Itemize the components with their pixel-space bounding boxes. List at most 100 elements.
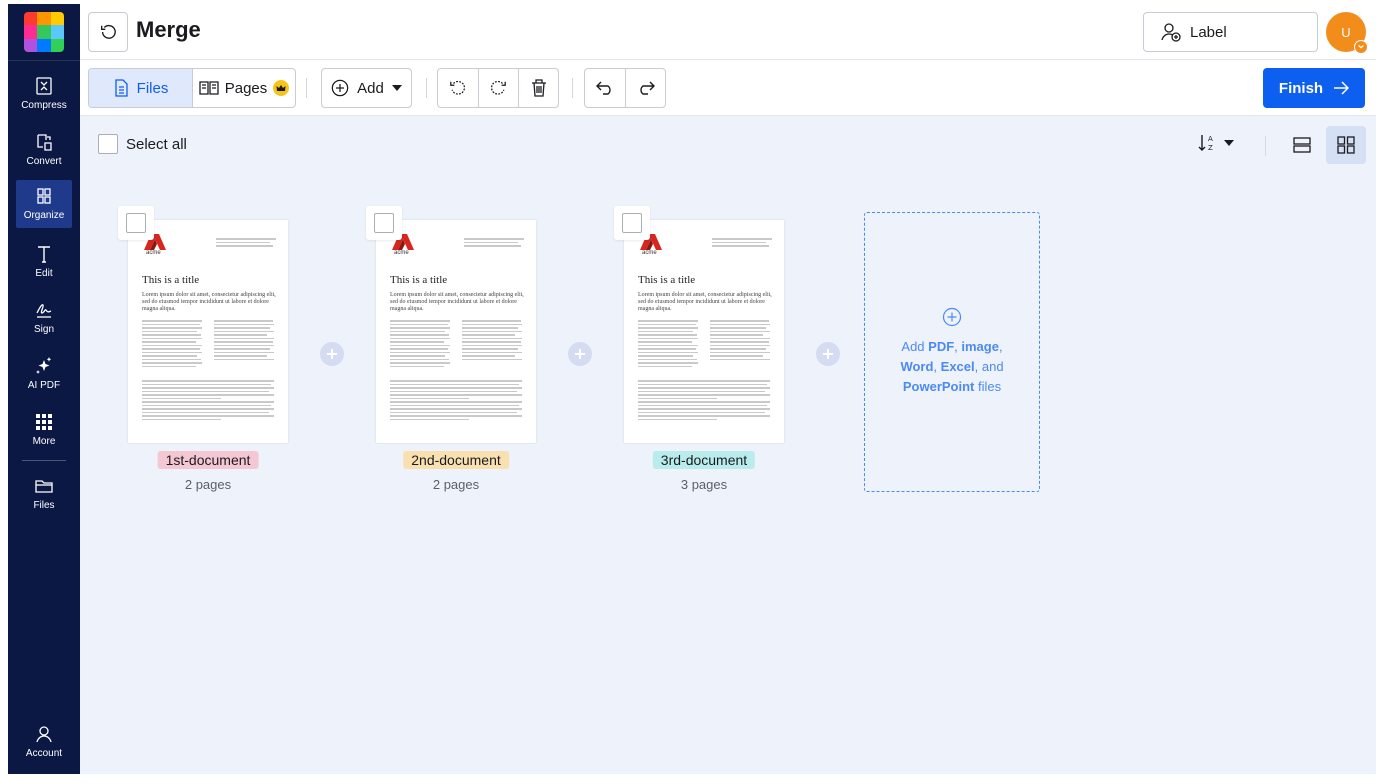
add-dropdown[interactable]: Add — [321, 68, 412, 108]
redo-button[interactable] — [625, 69, 665, 107]
document-thumbnail[interactable]: acme This is a title Lorem ipsum dolor sit… — [376, 220, 536, 443]
document-select[interactable] — [366, 206, 402, 240]
app-window: Compress Convert Organize Edit Sign AI P… — [8, 4, 1376, 774]
document-name-tag[interactable]: 2nd-document — [403, 451, 509, 469]
document-meta-lines — [464, 238, 524, 249]
grid-view-icon — [1337, 136, 1355, 154]
rotate-left-button[interactable] — [438, 69, 478, 107]
document-meta-lines — [712, 238, 772, 249]
add-text-excel: Excel — [940, 359, 975, 374]
list-view-icon — [1293, 137, 1311, 153]
label-button-text: Label — [1190, 23, 1227, 41]
document-checkbox[interactable] — [374, 213, 394, 233]
app-logo[interactable] — [24, 12, 64, 52]
signature-icon — [36, 304, 52, 318]
finish-button[interactable]: Finish — [1263, 68, 1365, 108]
document-paragraph — [142, 380, 274, 422]
toolbar-divider — [306, 78, 307, 98]
undo-icon — [596, 81, 611, 95]
edit-text-icon — [38, 246, 50, 263]
add-text-word: Word — [900, 359, 934, 374]
sidebar-item-organize[interactable]: Organize — [16, 180, 72, 228]
sort-az-icon: AZ — [1198, 135, 1213, 152]
finish-button-label: Finish — [1278, 79, 1324, 97]
sidebar-item-files[interactable]: Files — [8, 470, 80, 518]
back-button[interactable] — [88, 12, 128, 52]
label-button[interactable]: Label — [1143, 12, 1318, 52]
view-mode-toggle: Files Pages — [88, 68, 296, 108]
svg-text:A: A — [1208, 135, 1213, 143]
plus-icon — [575, 349, 585, 359]
tab-pages[interactable]: Pages — [192, 69, 295, 107]
grid-view-button[interactable] — [1326, 126, 1366, 164]
sidebar-item-edit[interactable]: Edit — [8, 238, 80, 286]
document-column-left — [638, 320, 698, 369]
document-column-left — [142, 320, 202, 369]
delete-button[interactable] — [518, 69, 558, 107]
document-name-tag[interactable]: 3rd-document — [652, 451, 756, 469]
document-preview-subtitle: Lorem ipsum dolor sit amet, consectetur … — [390, 292, 524, 312]
list-view-button[interactable] — [1282, 126, 1322, 164]
sidebar: Compress Convert Organize Edit Sign AI P… — [8, 4, 80, 774]
sidebar-item-label: Convert — [26, 156, 62, 167]
caret-down-icon — [391, 85, 402, 91]
sidebar-item-convert[interactable]: Convert — [8, 126, 80, 174]
document-checkbox[interactable] — [126, 213, 146, 233]
add-text-sep: , and — [974, 359, 1004, 374]
plus-circle-icon — [331, 79, 349, 97]
grid-dots-icon — [36, 414, 52, 430]
sidebar-item-sign[interactable]: Sign — [8, 294, 80, 342]
document-preview-subtitle: Lorem ipsum dolor sit amet, consectetur … — [142, 292, 276, 312]
organize-icon — [37, 188, 51, 204]
add-button[interactable]: Add — [322, 69, 411, 107]
insert-between-button[interactable] — [320, 342, 344, 366]
sidebar-item-label: AI PDF — [27, 380, 61, 391]
document-name-tag[interactable]: 1st-document — [157, 451, 259, 469]
add-text-suffix: files — [974, 379, 1002, 394]
history-group — [584, 68, 666, 108]
document-column-right — [710, 320, 770, 362]
caret-down-icon — [1224, 140, 1234, 146]
plus-icon — [327, 349, 337, 359]
add-text-sep: , — [933, 359, 941, 374]
document-preview-title: This is a title — [390, 274, 448, 286]
header: Merge Label U — [80, 4, 1376, 60]
document-thumbnail[interactable]: acme This is a title Lorem ipsum dolor sit… — [624, 220, 784, 443]
sidebar-item-label: Organize — [23, 210, 65, 221]
sidebar-item-more[interactable]: More — [8, 406, 80, 454]
svg-text:Z: Z — [1208, 144, 1213, 152]
document-column-right — [462, 320, 522, 362]
insert-between-button[interactable] — [568, 342, 592, 366]
user-icon — [36, 726, 52, 743]
sidebar-item-account[interactable]: Account — [8, 718, 80, 766]
document-preview-subtitle: Lorem ipsum dolor sit amet, consectetur … — [638, 292, 772, 312]
document-select[interactable] — [614, 206, 650, 240]
document-preview-title: This is a title — [638, 274, 696, 286]
sidebar-item-compress[interactable]: Compress — [8, 70, 80, 118]
sort-button[interactable]: AZ — [1198, 134, 1234, 152]
tab-files[interactable]: Files — [89, 69, 192, 107]
sidebar-item-ai-pdf[interactable]: AI PDF — [8, 350, 80, 398]
chevron-down-icon — [1358, 44, 1364, 49]
undo-button[interactable] — [585, 69, 625, 107]
add-text-pdf: PDF — [928, 339, 955, 354]
add-files-dropzone[interactable]: Add PDF, image, Word, Excel, and PowerPo… — [864, 212, 1040, 492]
avatar-chevron[interactable] — [1354, 40, 1368, 54]
document-thumbnail[interactable]: acme This is a title Lorem ipsum dolor sit… — [128, 220, 288, 443]
document-paragraph — [638, 380, 770, 422]
document-page-count: 2 pages — [184, 477, 232, 492]
toolbar: Files Pages Add Finish — [80, 60, 1376, 116]
undo-back-icon — [101, 25, 116, 39]
user-tag-icon — [1161, 23, 1181, 42]
document-checkbox[interactable] — [622, 213, 642, 233]
select-all-checkbox[interactable] — [98, 134, 118, 154]
document-select[interactable] — [118, 206, 154, 240]
insert-between-button[interactable] — [816, 342, 840, 366]
crown-icon — [273, 80, 290, 96]
rotate-delete-group — [437, 68, 559, 108]
sidebar-item-label: More — [32, 436, 56, 447]
select-all[interactable]: Select all — [98, 134, 187, 154]
tab-files-label: Files — [136, 79, 169, 97]
workspace: Select all AZ acme This is a title Lorem i… — [80, 116, 1376, 774]
rotate-right-button[interactable] — [477, 69, 519, 107]
